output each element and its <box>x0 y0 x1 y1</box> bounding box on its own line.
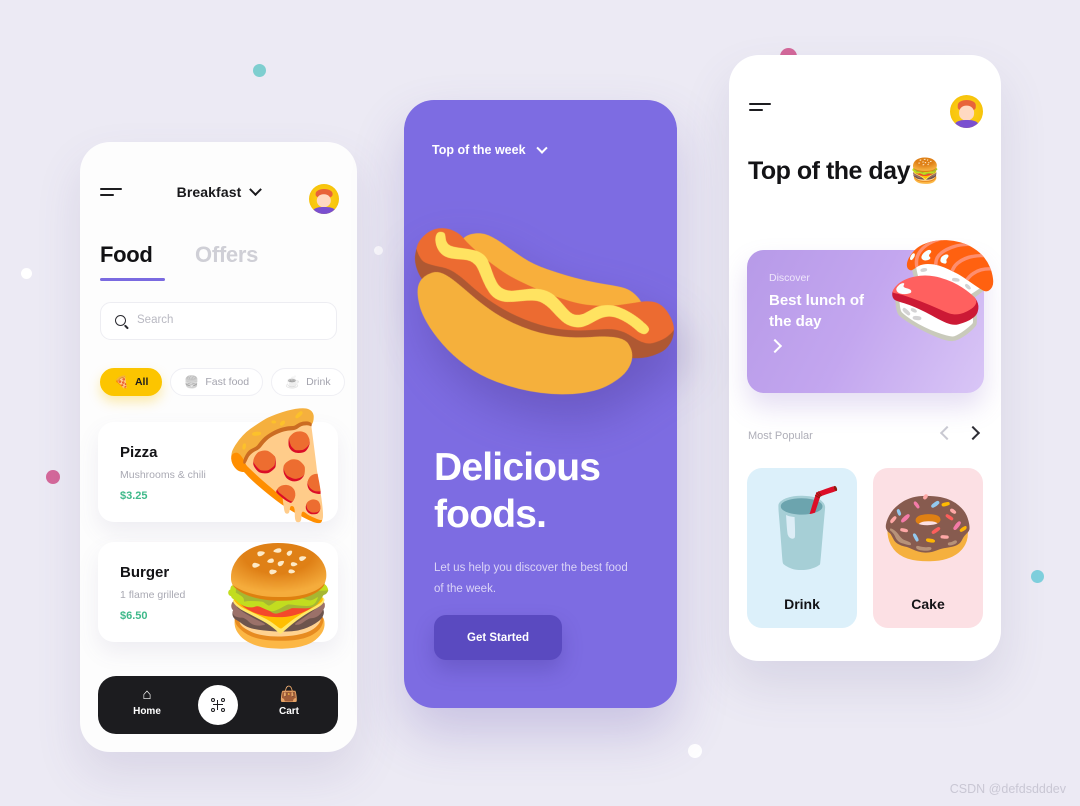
chip-all[interactable]: 🍕 All <box>100 368 163 396</box>
get-started-button[interactable]: Get Started <box>434 615 562 660</box>
dot-white-left <box>21 268 32 279</box>
phone-screen-food-list: Breakfast Food Offers Search 🍕 All 🍔 Fas… <box>80 142 357 752</box>
onboarding-subtext: Let us help you discover the best food o… <box>434 562 628 595</box>
avatar-face <box>958 105 975 121</box>
popular-card-cake[interactable]: 🍩 Cake <box>873 468 983 628</box>
burger-image: 🍔 <box>219 543 339 650</box>
avatar-face <box>316 193 332 208</box>
food-price: $3.25 <box>120 490 148 502</box>
food-desc: Mushrooms & chili <box>120 469 206 481</box>
get-started-label: Get Started <box>467 631 529 644</box>
top-of-week-label: Top of the week <box>432 143 526 157</box>
tab-food[interactable]: Food <box>100 242 153 268</box>
popular-card-drink[interactable]: 🥤 Drink <box>747 468 857 628</box>
page-title-text: Top of the day <box>748 157 910 185</box>
nav-item-cart[interactable]: 👜 Cart <box>256 686 322 717</box>
chevron-left-icon[interactable] <box>939 426 952 439</box>
app-canvas: Breakfast Food Offers Search 🍕 All 🍔 Fas… <box>0 0 1080 806</box>
popular-card-label: Drink <box>784 596 820 612</box>
food-name: Pizza <box>120 444 158 461</box>
dot-blue-top <box>253 64 266 77</box>
home-icon: ⌂ <box>142 686 152 703</box>
pizza-image: 🍕 <box>214 408 344 524</box>
search-input[interactable]: Search <box>100 302 337 340</box>
chevron-down-icon <box>249 183 263 197</box>
food-card-pizza[interactable]: Pizza Mushrooms & chili $3.25 🍕 <box>98 408 344 524</box>
nav-item-home[interactable]: ⌂ Home <box>114 686 180 717</box>
chip-fast-food-label: Fast food <box>205 376 250 388</box>
chip-fast-food[interactable]: 🍔 Fast food <box>170 368 264 396</box>
discover-kicker: Discover <box>769 272 810 284</box>
cart-icon: 👜 <box>279 686 299 703</box>
category-filter-chips: 🍕 All 🍔 Fast food ☕ Drink <box>100 368 345 396</box>
carousel-controls <box>939 426 981 439</box>
dot-white-bottom <box>688 744 702 758</box>
nav-item-cart-label: Cart <box>278 706 299 717</box>
tab-offers[interactable]: Offers <box>195 242 258 268</box>
arrow-right-icon[interactable] <box>968 426 981 439</box>
chip-drink[interactable]: ☕ Drink <box>271 368 345 396</box>
donut-image: 🍩 <box>880 486 976 571</box>
chip-all-label: All <box>134 376 149 388</box>
top-of-week-selector[interactable]: Top of the week <box>432 142 548 157</box>
avatar[interactable] <box>309 184 339 214</box>
avatar-body <box>954 120 979 128</box>
avatar[interactable] <box>950 95 983 128</box>
nav-item-home-label: Home <box>133 706 161 717</box>
search-placeholder: Search <box>137 314 174 326</box>
onboarding-headline: Delicious foods. <box>434 446 601 536</box>
bottom-navigation: ⌂ Home 👜 Cart <box>98 676 338 734</box>
dot-pink-left <box>46 470 60 484</box>
avatar-body <box>313 206 335 214</box>
watermark: CSDN @defdsdddev <box>949 782 1066 796</box>
drink-image: 🥤 <box>754 486 850 571</box>
tab-active-indicator <box>100 278 165 281</box>
food-name: Burger <box>120 564 170 581</box>
tab-bar: Food Offers <box>100 242 258 268</box>
coffee-icon: ☕ <box>285 375 301 389</box>
discover-banner[interactable]: Discover Best lunch of the day 🍣 <box>747 240 1000 393</box>
chevron-down-icon <box>535 142 548 154</box>
food-card-burger[interactable]: Burger 1 flame grilled $6.50 🍔 <box>98 542 339 650</box>
page-title: Top of the day🍔 <box>748 155 978 188</box>
sushi-image: 🍣 <box>885 240 1001 342</box>
phone-screen-top-of-day: Top of the day🍔 Discover Best lunch of t… <box>729 55 1001 661</box>
popular-card-label: Cake <box>911 596 945 612</box>
chip-drink-label: Drink <box>306 376 331 388</box>
grid-apps-icon <box>211 698 225 712</box>
pizza-icon: 🍕 <box>114 375 129 389</box>
search-icon <box>115 315 126 326</box>
arrow-right-icon[interactable] <box>769 340 781 352</box>
food-desc: 1 flame grilled <box>120 589 186 601</box>
food-price: $6.50 <box>120 610 148 622</box>
meal-selector-label: Breakfast <box>176 184 242 200</box>
dot-blue-right <box>1031 570 1044 583</box>
apps-grid-button[interactable] <box>198 685 238 725</box>
hamburger-icon[interactable] <box>749 103 771 115</box>
burger-icon: 🍔 <box>909 158 940 185</box>
section-title-most-popular: Most Popular <box>748 430 813 442</box>
burger-icon: 🍔 <box>184 375 200 389</box>
